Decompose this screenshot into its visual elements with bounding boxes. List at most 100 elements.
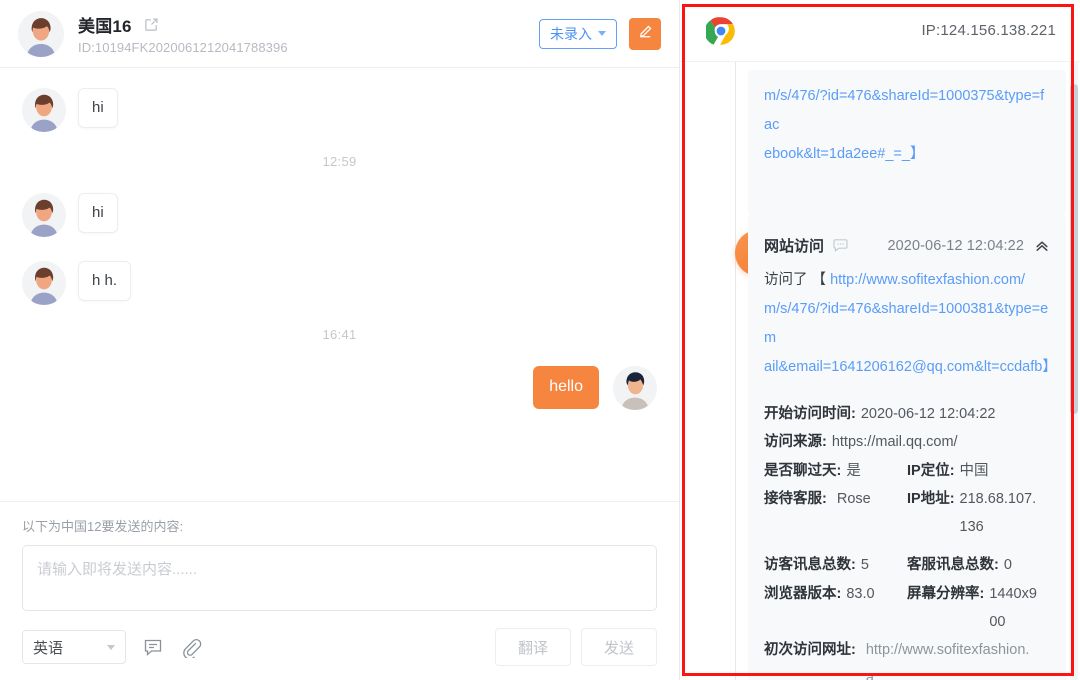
trace-card-title: 网站访问	[764, 238, 825, 255]
detail-value: 中国	[959, 462, 989, 479]
paperclip-icon[interactable]	[180, 636, 202, 658]
send-button[interactable]: 发送	[581, 628, 657, 666]
composer-toolbar: 英语 翻译 发送	[0, 616, 679, 680]
comment-icon[interactable]	[832, 237, 849, 254]
visit-url-line[interactable]: m/s/476/?id=476&shareId=1000375&type=fac	[764, 82, 1050, 140]
detail-row: 是否聊过天: 是 IP定位: 中国	[764, 457, 1050, 485]
detail-row: 接待客服: Rose IP地址: 218.68.107.136	[764, 485, 1050, 542]
trace-scroll-area[interactable]: m/s/476/?id=476&shareId=1000375&type=fac…	[714, 70, 1080, 680]
chevron-down-icon	[598, 31, 606, 36]
detail-value: https://mail.qq.com/	[831, 434, 958, 451]
detail-cell: 是否聊过天: 是	[764, 457, 907, 485]
detail-row: 浏览器版本: 83.0 屏幕分辨率: 1440x900	[764, 580, 1050, 637]
avatar	[22, 261, 66, 305]
avatar	[18, 10, 64, 57]
detail-key: 屏幕分辨率:	[907, 585, 985, 602]
chat-header: 美国16 ID:10194FK2020061212041788396 未录入	[0, 0, 679, 68]
detail-cell: 屏幕分辨率: 1440x900	[907, 580, 1050, 637]
language-select[interactable]: 英语	[22, 630, 126, 664]
translate-button[interactable]: 翻译	[495, 628, 571, 666]
detail-cell: 接待客服: Rose	[764, 485, 907, 542]
detail-row: 访客讯息总数: 5 客服讯息总数: 0	[764, 551, 1050, 579]
detail-key: 客服讯息总数:	[907, 557, 999, 574]
message-row-incoming: h h.	[22, 261, 657, 305]
message-timestamp: 16:41	[322, 327, 357, 342]
visitor-ip: IP:124.156.138.221	[921, 22, 1056, 39]
detail-key: 开始访问时间:	[764, 406, 856, 422]
visit-url-line[interactable]: m/s/476/?id=476&shareId=1000381&type=em	[764, 295, 1050, 353]
trace-card-previous[interactable]: m/s/476/?id=476&shareId=1000375&type=fac…	[748, 70, 1066, 215]
message-bubble: hi	[78, 88, 118, 129]
detail-value: 218.68.107.136	[959, 490, 1037, 536]
avatar	[22, 88, 66, 132]
detail-cell: 开始访问时间: 2020-06-12 12:04:22	[764, 400, 1050, 428]
visitor-id: ID:10194FK2020061212041788396	[78, 40, 288, 55]
detail-key: 浏览器版本:	[764, 585, 842, 602]
detail-value: 1440x900	[989, 585, 1037, 630]
composer-hint: 以下为中国12要发送的内容:	[22, 519, 184, 534]
detail-value: Rose	[836, 490, 871, 507]
bracket-open: 【	[811, 272, 827, 288]
language-select-value: 英语	[33, 639, 64, 657]
detail-cell: 访客讯息总数: 5	[764, 551, 907, 579]
message-input[interactable]	[22, 545, 657, 611]
detail-value: 5	[860, 557, 869, 574]
detail-cell: 访问来源: https://mail.qq.com/	[764, 428, 1050, 456]
trace-header: IP:124.156.138.221	[680, 0, 1080, 62]
composer-input-wrap	[0, 535, 679, 616]
page-title: 美国16	[78, 17, 132, 36]
chevron-up-icon[interactable]	[1034, 238, 1050, 254]
message-timestamp: 12:59	[322, 154, 357, 169]
status-badge[interactable]: 未录入	[539, 18, 617, 49]
message-list[interactable]: hi 12:59 hi h h. 16:41 hello	[0, 68, 679, 501]
visit-url-line[interactable]: ail&email=1641206162@qq.com&lt=ccdafb】	[764, 353, 1057, 382]
header-meta: 美国16 ID:10194FK2020061212041788396	[78, 12, 539, 55]
avatar	[22, 193, 66, 237]
detail-cell: 初次访问网址: http://www.sofitexfashion.a...	[764, 636, 1050, 680]
trace-card-time: 2020-06-12 12:04:22	[887, 237, 1024, 254]
detail-cell: 浏览器版本: 83.0	[764, 580, 907, 637]
detail-key: 是否聊过天:	[764, 462, 842, 479]
detail-value: 2020-06-12 12:04:22	[860, 406, 996, 422]
message-row-incoming: hi	[22, 193, 657, 237]
message-row-incoming: hi	[22, 88, 657, 132]
message-bubble: h h.	[78, 261, 132, 302]
detail-row: 访问来源: https://mail.qq.com/	[764, 428, 1050, 456]
header-name-row: 美国16	[78, 12, 539, 37]
pencil-icon	[638, 24, 653, 44]
detail-key: IP地址:	[907, 490, 955, 507]
detail-key: 初次访问网址:	[764, 642, 856, 659]
detail-key: 接待客服:	[764, 490, 827, 507]
detail-cell: 客服讯息总数: 0	[907, 551, 1050, 579]
visit-url-row: 访问了 【 http://www.sofitexfashion.com/	[764, 262, 1050, 295]
message-row-outgoing: hello	[22, 366, 657, 410]
trace-card-website-visit[interactable]: 网站访问 2020-06-12 12:04:22 访问了 【 http://ww…	[748, 215, 1066, 680]
detail-value: 83.0	[846, 585, 875, 602]
visit-url-link[interactable]: http://www.sofitexfashion.com/	[830, 272, 1025, 288]
detail-key: IP定位:	[907, 462, 955, 479]
avatar	[613, 366, 657, 410]
detail-cell: IP地址: 218.68.107.136	[907, 485, 1050, 542]
message-composer: 以下为中国12要发送的内容: 英语	[0, 501, 679, 680]
detail-cell: IP定位: 中国	[907, 457, 1050, 485]
chrome-icon	[704, 16, 736, 46]
detail-value: 0	[1003, 557, 1012, 574]
visit-url-line[interactable]: ebook&lt=1da2ee#_=_】	[764, 140, 1050, 169]
detail-value: 是	[846, 462, 861, 479]
message-bubble: hi	[78, 193, 118, 234]
detail-key: 访客讯息总数:	[764, 557, 856, 574]
scrollbar-thumb[interactable]	[1070, 84, 1078, 414]
detail-key: 访问来源:	[764, 434, 827, 451]
app-root: 美国16 ID:10194FK2020061212041788396 未录入 h…	[0, 0, 1080, 680]
chevron-down-icon	[107, 644, 115, 650]
edit-square-icon[interactable]	[144, 17, 159, 32]
detail-value: http://www.sofitexfashion.a...	[865, 642, 1030, 680]
quick-reply-icon[interactable]	[142, 636, 164, 658]
trace-card-header: 网站访问 2020-06-12 12:04:22	[764, 227, 1050, 262]
trace-body: m/s/476/?id=476&shareId=1000375&type=fac…	[680, 62, 1080, 680]
visitor-trace-panel: IP:124.156.138.221 m/s/476/?id=476&share…	[680, 0, 1080, 680]
detail-row: 开始访问时间: 2020-06-12 12:04:22	[764, 400, 1050, 428]
edit-visitor-button[interactable]	[629, 17, 661, 50]
status-badge-label: 未录入	[550, 25, 592, 42]
message-bubble: hello	[533, 366, 599, 409]
